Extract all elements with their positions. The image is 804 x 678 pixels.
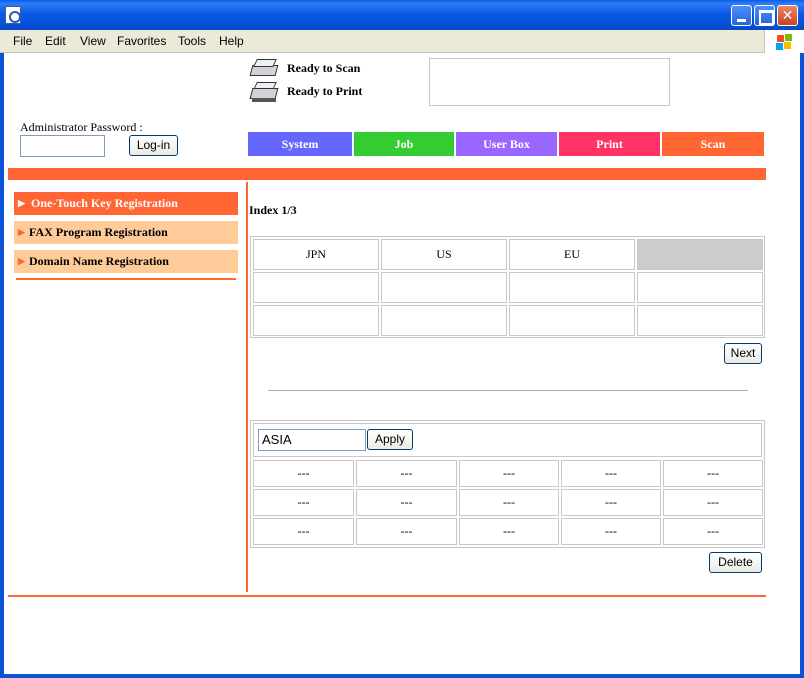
sidebar-item-one-touch-key[interactable]: ▶ One-Touch Key Registration	[14, 192, 238, 215]
print-status-label: Ready to Print	[287, 83, 363, 98]
index-cell	[509, 305, 635, 336]
footer-line	[8, 595, 766, 597]
window-border-bottom	[0, 674, 804, 678]
menu-favorites[interactable]: Favorites	[117, 34, 166, 48]
login-button[interactable]: Log-in	[129, 135, 178, 156]
domain-cell[interactable]: ---	[459, 489, 559, 516]
scanner-icon	[249, 57, 279, 79]
apply-button[interactable]: Apply	[367, 429, 413, 450]
index-cell	[253, 272, 379, 303]
index-cell[interactable]: JPN	[253, 239, 379, 270]
index-cell	[637, 305, 763, 336]
menu-edit[interactable]: Edit	[45, 34, 66, 48]
section-divider	[268, 390, 748, 392]
index-cell	[253, 305, 379, 336]
sidebar-item-fax-program[interactable]: ▶ FAX Program Registration	[14, 221, 238, 244]
printer-icon	[249, 80, 279, 102]
domain-cell[interactable]: ---	[561, 518, 661, 545]
domain-cell[interactable]: ---	[356, 489, 457, 516]
print-status: Ready to Print	[249, 80, 362, 102]
tab-job[interactable]: Job	[354, 132, 454, 156]
sidebar-bottom-line	[16, 278, 236, 280]
domain-cell[interactable]: ---	[356, 460, 457, 487]
triangle-right-icon: ▶	[18, 227, 25, 237]
tab-system[interactable]: System	[248, 132, 352, 156]
index-cell	[509, 272, 635, 303]
sidebar-item-domain-name[interactable]: ▶ Domain Name Registration	[14, 250, 238, 273]
domain-cell[interactable]: ---	[253, 489, 354, 516]
tab-scan[interactable]: Scan	[662, 132, 764, 156]
scan-status: Ready to Scan	[249, 57, 360, 79]
index-cell[interactable]: US	[381, 239, 507, 270]
index-cell	[381, 305, 507, 336]
status-message-box	[429, 58, 670, 106]
domain-cell[interactable]: ---	[663, 460, 763, 487]
admin-password-input[interactable]	[20, 135, 105, 157]
domain-cell[interactable]: ---	[253, 460, 354, 487]
maximize-button[interactable]	[754, 5, 775, 26]
window-border-right	[800, 53, 804, 678]
admin-password-label: Administrator Password :	[20, 120, 143, 134]
domain-cell[interactable]: ---	[459, 460, 559, 487]
domain-cell[interactable]: ---	[356, 518, 457, 545]
scan-status-label: Ready to Scan	[287, 60, 361, 75]
menu-view[interactable]: View	[80, 34, 106, 48]
windows-logo-icon	[764, 30, 804, 53]
domain-cell[interactable]: ---	[663, 518, 763, 545]
domain-cell[interactable]: ---	[663, 489, 763, 516]
minimize-button[interactable]	[731, 5, 752, 26]
delete-button[interactable]: Delete	[709, 552, 762, 573]
tab-print[interactable]: Print	[559, 132, 660, 156]
index-cell	[637, 272, 763, 303]
next-button[interactable]: Next	[724, 343, 762, 364]
sidebar-divider	[246, 182, 248, 592]
close-button[interactable]	[777, 5, 798, 26]
ie-app-icon[interactable]	[5, 6, 21, 24]
index-cell	[381, 272, 507, 303]
menu-bar: File Edit View Favorites Tools Help	[0, 30, 804, 53]
menu-file[interactable]: File	[13, 34, 32, 48]
domain-cell[interactable]: ---	[253, 518, 354, 545]
header-separator-bar	[8, 168, 766, 180]
index-label: Index 1/3	[249, 203, 297, 217]
menu-tools[interactable]: Tools	[178, 34, 206, 48]
index-cell-empty	[637, 239, 763, 270]
tab-user-box[interactable]: User Box	[456, 132, 557, 156]
index-cell[interactable]: EU	[509, 239, 635, 270]
domain-name-input[interactable]: ASIA	[258, 429, 366, 451]
sidebar-item-label: Domain Name Registration	[29, 254, 169, 268]
menu-help[interactable]: Help	[219, 34, 244, 48]
triangle-right-icon: ▶	[18, 256, 25, 266]
triangle-right-icon: ▶	[18, 198, 25, 208]
domain-cell[interactable]: ---	[459, 518, 559, 545]
sidebar-item-label: One-Touch Key Registration	[31, 196, 178, 210]
domain-cell[interactable]: ---	[561, 460, 661, 487]
sidebar-item-label: FAX Program Registration	[29, 225, 168, 239]
window-border-left	[0, 53, 4, 678]
domain-cell[interactable]: ---	[561, 489, 661, 516]
window-titlebar[interactable]	[0, 0, 804, 30]
